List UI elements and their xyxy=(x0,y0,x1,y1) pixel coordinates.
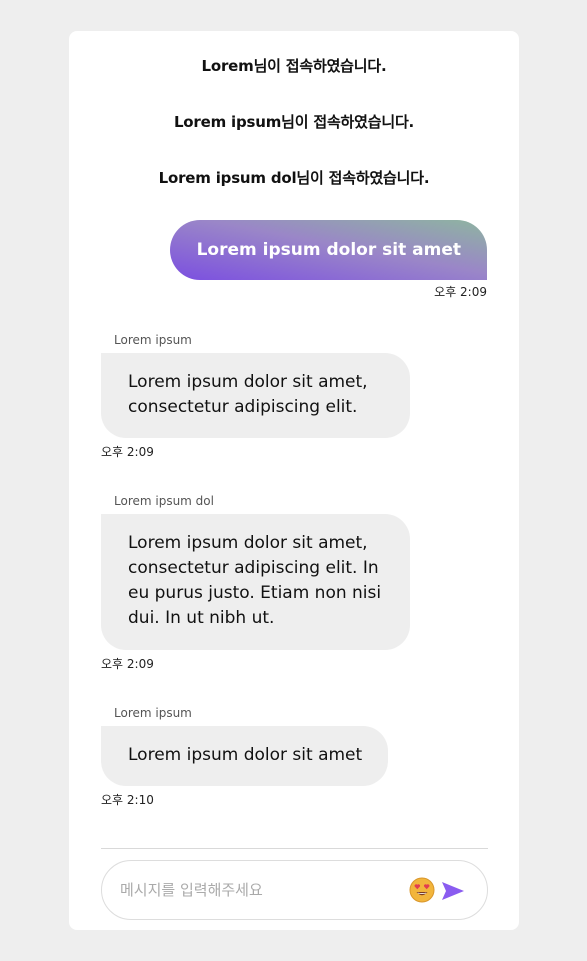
system-message: Lorem님이 접속하였습니다. xyxy=(201,57,387,75)
incoming-message-time: 오후 2:09 xyxy=(101,657,154,671)
sender-name: Lorem ipsum dol xyxy=(114,494,214,508)
chat-panel: Lorem님이 접속하였습니다. Lorem ipsum님이 접속하였습니다. … xyxy=(69,31,519,930)
outgoing-message-text: Lorem ipsum dolor sit amet xyxy=(196,240,461,260)
incoming-message-bubble: Lorem ipsum dolor sit amet xyxy=(101,726,389,786)
send-icon[interactable] xyxy=(441,881,465,901)
incoming-message-text: Lorem ipsum dolor sit amet, consectetur … xyxy=(128,533,382,628)
sender-name: Lorem ipsum xyxy=(114,333,192,347)
incoming-message-time: 오후 2:10 xyxy=(101,793,154,807)
system-message: Lorem ipsum dol님이 접속하였습니다. xyxy=(158,169,430,187)
incoming-message-text: Lorem ipsum dolor sit amet, consectetur … xyxy=(128,372,368,417)
incoming-message-text: Lorem ipsum dolor sit amet xyxy=(128,745,363,765)
outgoing-message-bubble: Lorem ipsum dolor sit amet xyxy=(169,220,487,280)
incoming-message-bubble: Lorem ipsum dolor sit amet, consectetur … xyxy=(101,353,410,438)
composer-divider xyxy=(101,848,488,849)
message-input[interactable] xyxy=(120,861,400,919)
incoming-message-time: 오후 2:09 xyxy=(101,445,154,459)
message-composer xyxy=(101,860,488,920)
heart-eyes-emoji-icon[interactable] xyxy=(409,877,435,903)
sender-name: Lorem ipsum xyxy=(114,706,192,720)
system-message: Lorem ipsum님이 접속하였습니다. xyxy=(173,113,415,131)
outgoing-message-time: 오후 2:09 xyxy=(434,285,487,299)
incoming-message-bubble: Lorem ipsum dolor sit amet, consectetur … xyxy=(101,514,410,650)
